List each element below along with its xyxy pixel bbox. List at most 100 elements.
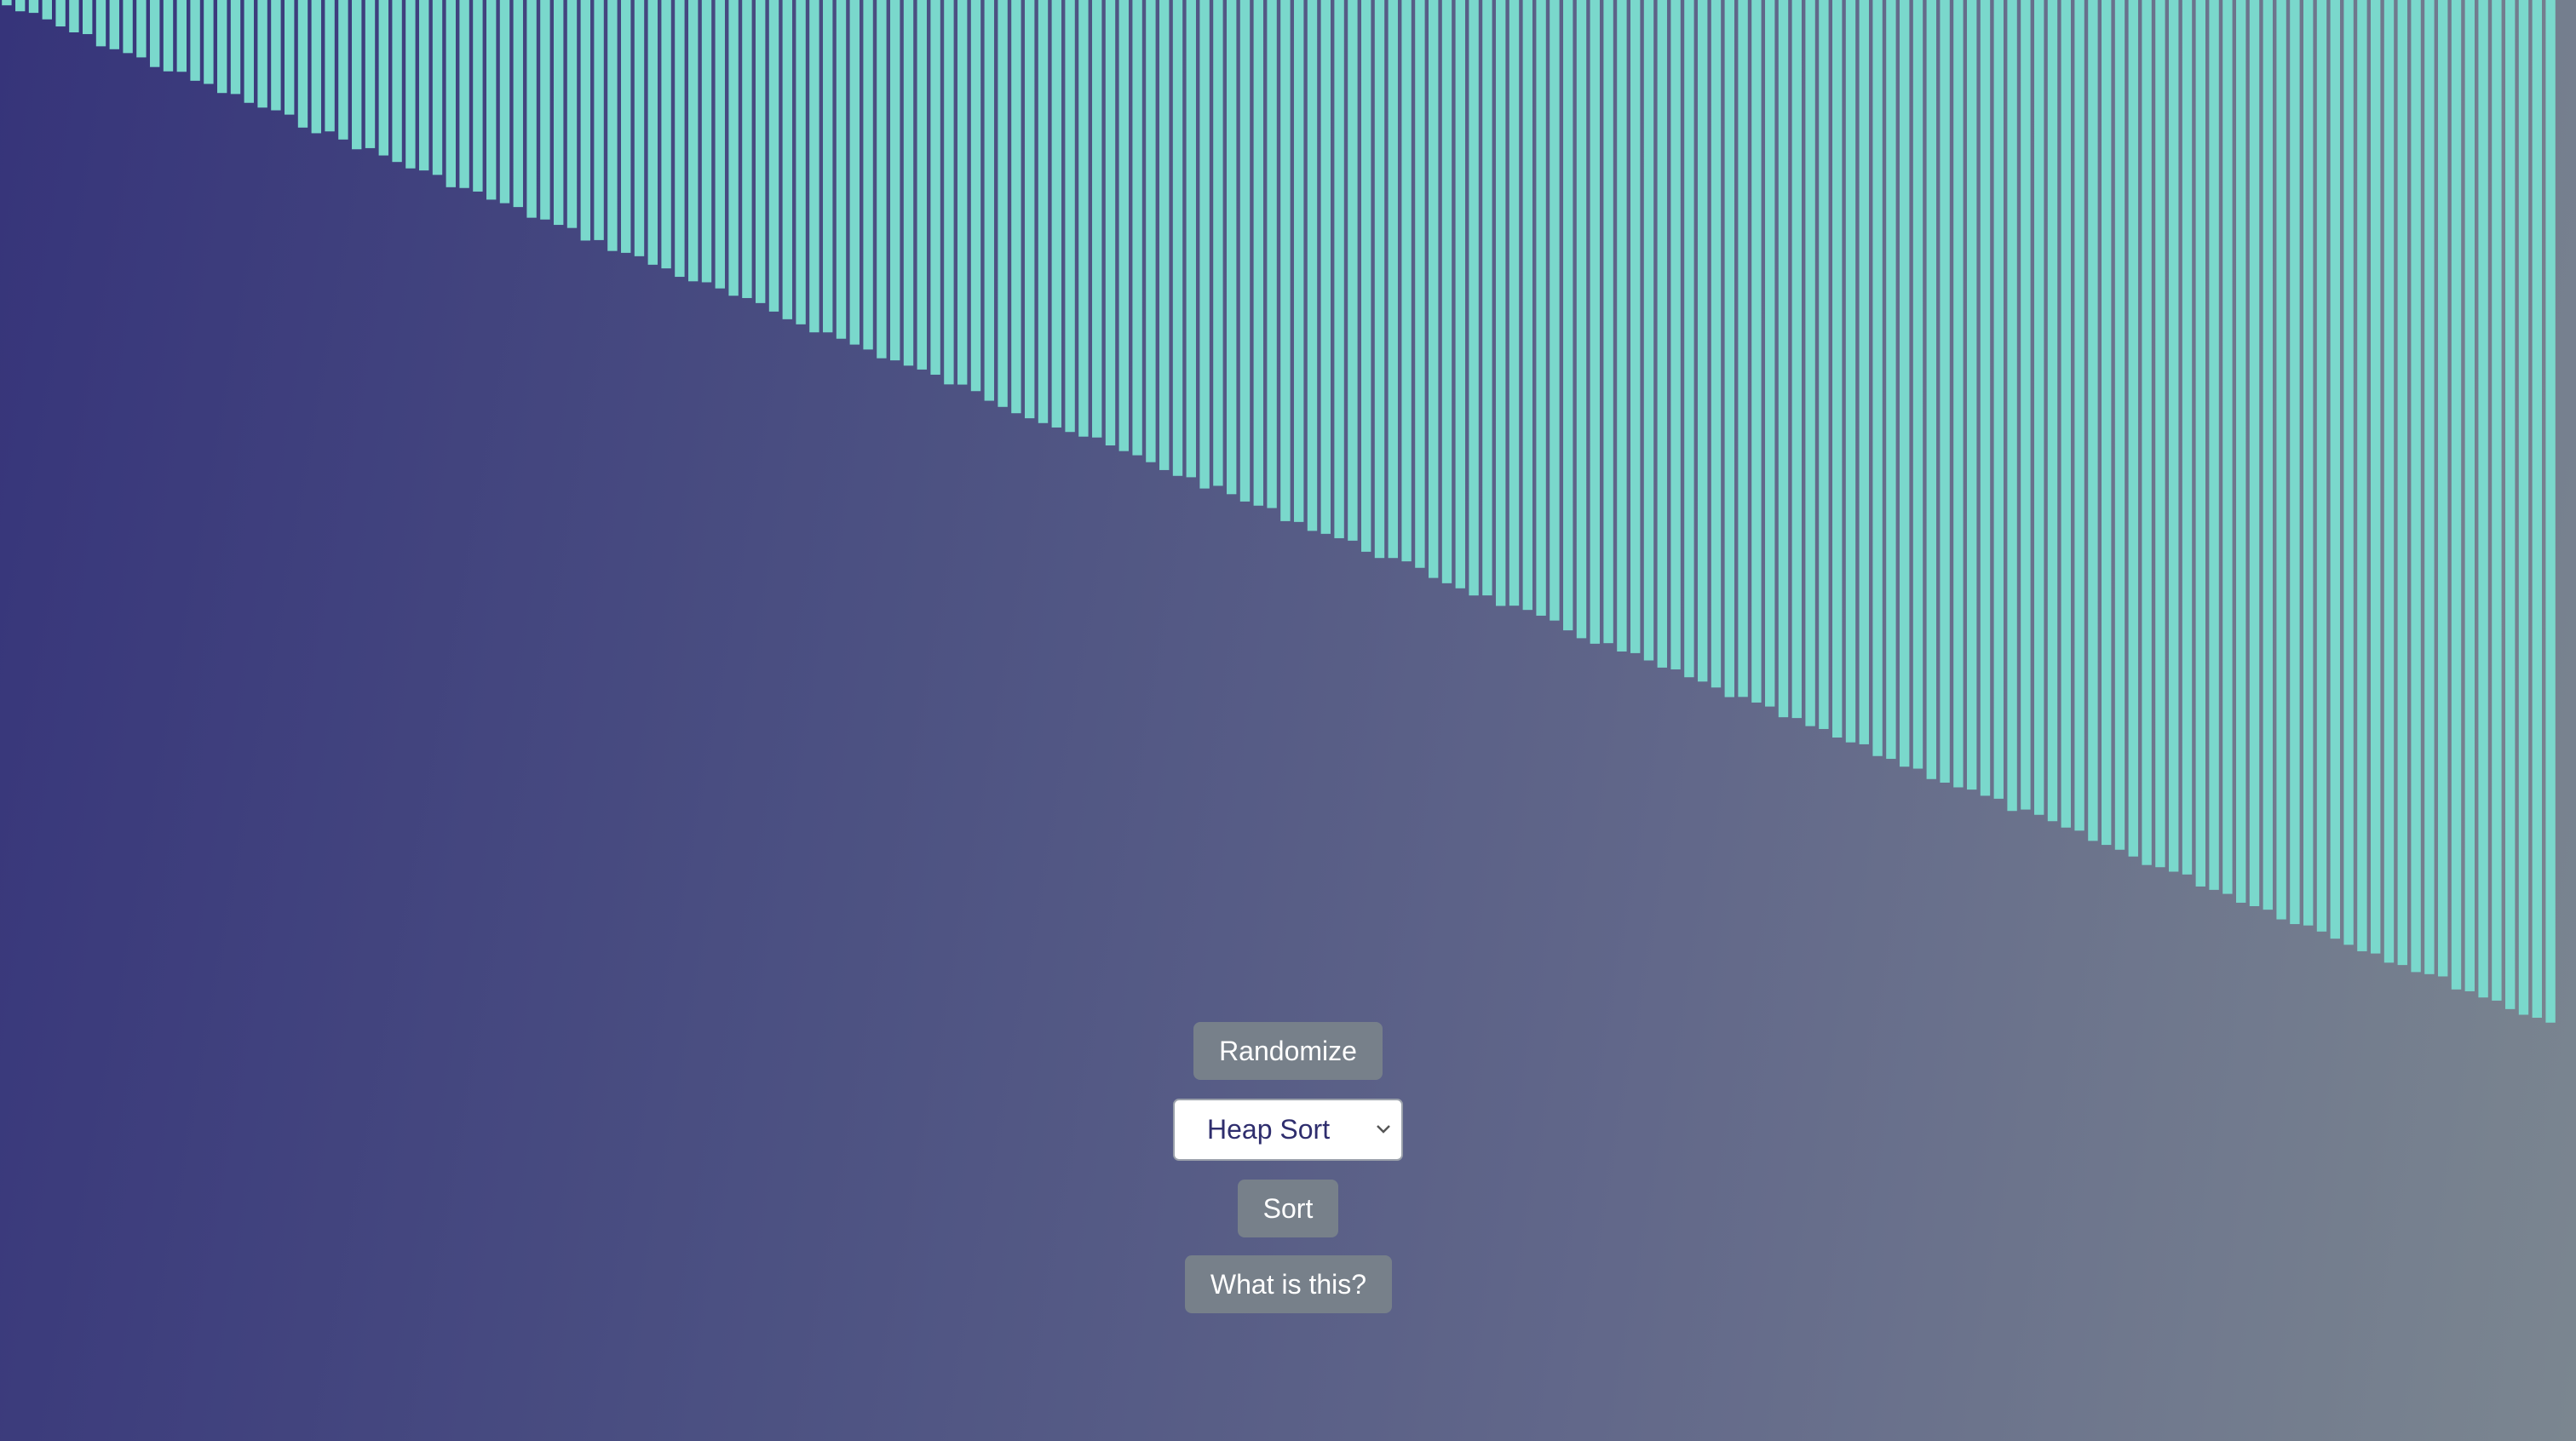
sort-bar [566, 0, 578, 228]
sort-bar [432, 0, 443, 175]
sort-bar [580, 0, 590, 241]
sort-bar [2330, 0, 2340, 939]
sort-bar [2169, 0, 2179, 872]
sort-bar [1819, 0, 1829, 729]
sort-bar [69, 0, 79, 32]
sort-bar [540, 0, 550, 220]
sort-bar [1967, 0, 1977, 790]
sort-bar [2492, 0, 2502, 1001]
sort-bar [1159, 0, 1170, 470]
sort-bar [1590, 0, 1600, 644]
sort-bar [136, 0, 147, 58]
sort-bar [809, 0, 819, 333]
sort-bar [1993, 0, 2004, 799]
sort-bar [311, 0, 321, 134]
sort-bar [1657, 0, 1667, 668]
sort-bar [836, 0, 847, 339]
sort-bar [446, 0, 456, 187]
sort-bar [163, 0, 174, 72]
sort-bar [1051, 0, 1061, 428]
sort-bar [1912, 0, 1923, 769]
sort-bar [1900, 0, 1910, 767]
what-is-this-button[interactable]: What is this? [1185, 1255, 1392, 1313]
sort-bar [1294, 0, 1304, 522]
sort-bar [42, 0, 52, 20]
sort-bar [499, 0, 510, 204]
sort-bar [2518, 0, 2529, 1015]
sort-bar [742, 0, 752, 298]
sort-bar [1563, 0, 1573, 631]
sort-bar [1348, 0, 1358, 541]
sort-bar [230, 0, 241, 95]
sort-bar [1751, 0, 1762, 703]
sort-bar [1213, 0, 1223, 486]
sort-bar [647, 0, 658, 265]
sort-bar [1698, 0, 1708, 682]
sort-bar [392, 0, 402, 163]
sort-bar [244, 0, 254, 103]
sort-bar [486, 0, 497, 200]
sort-bar [1307, 0, 1318, 531]
sort-bar [1926, 0, 1936, 779]
sort-bar [1011, 0, 1021, 414]
sort-bar [2424, 0, 2435, 974]
randomize-button[interactable]: Randomize [1193, 1022, 1383, 1080]
sort-bar [1953, 0, 1964, 788]
sort-bar [1199, 0, 1210, 489]
sort-bar [325, 0, 335, 132]
sort-bar [728, 0, 739, 296]
sort-bar [2383, 0, 2395, 963]
sort-bar [419, 0, 429, 171]
sort-bar [2263, 0, 2273, 910]
sort-bar [1118, 0, 1129, 451]
sort-bar [849, 0, 860, 345]
algorithm-select[interactable]: Heap Sort [1173, 1099, 1403, 1161]
sort-bar [1092, 0, 1102, 438]
sort-bar [297, 0, 308, 128]
sort-bar [688, 0, 699, 282]
sort-bar [2545, 0, 2556, 1023]
sort-bar [1859, 0, 1869, 744]
sort-bar [1065, 0, 1075, 433]
sort-bar [1320, 0, 1331, 534]
sort-bar [1025, 0, 1035, 419]
sort-bar [621, 0, 631, 253]
sort-bar [2182, 0, 2193, 875]
sort-bar [1334, 0, 1344, 538]
sort-bar [1805, 0, 1815, 726]
sort-bar [176, 0, 187, 72]
sort-bar [2303, 0, 2314, 926]
sort-bar [2397, 0, 2407, 966]
sort-bar [554, 0, 564, 226]
sort-bar [2128, 0, 2138, 857]
sort-button[interactable]: Sort [1238, 1180, 1338, 1237]
sort-bar [378, 0, 388, 156]
sort-bar [1455, 0, 1465, 588]
sort-bar [1643, 0, 1654, 661]
sort-bar [890, 0, 900, 361]
sort-bar [2222, 0, 2233, 894]
sort-bar [1832, 0, 1843, 738]
sort-bar [2343, 0, 2354, 945]
sort-bar [970, 0, 981, 392]
sort-bar [1670, 0, 1681, 669]
sort-bar [1132, 0, 1142, 456]
sort-bar [2209, 0, 2219, 890]
sort-bar [1765, 0, 1775, 707]
sort-bar [1550, 0, 1560, 621]
sort-bar [1617, 0, 1627, 652]
sort-bar [796, 0, 806, 324]
sort-bar [782, 0, 792, 319]
sort-bar [2034, 0, 2044, 815]
sort-bar [513, 0, 523, 208]
algorithm-select-value: Heap Sort [1207, 1114, 1331, 1145]
sort-bar [338, 0, 348, 140]
sort-bar [1980, 0, 1991, 796]
sort-bar [594, 0, 604, 240]
sort-bar [257, 0, 267, 108]
sort-bar [607, 0, 618, 251]
sort-bar [2357, 0, 2367, 951]
sort-bar [1172, 0, 1183, 476]
sort-bar [1038, 0, 1049, 423]
sort-bar [1415, 0, 1425, 568]
